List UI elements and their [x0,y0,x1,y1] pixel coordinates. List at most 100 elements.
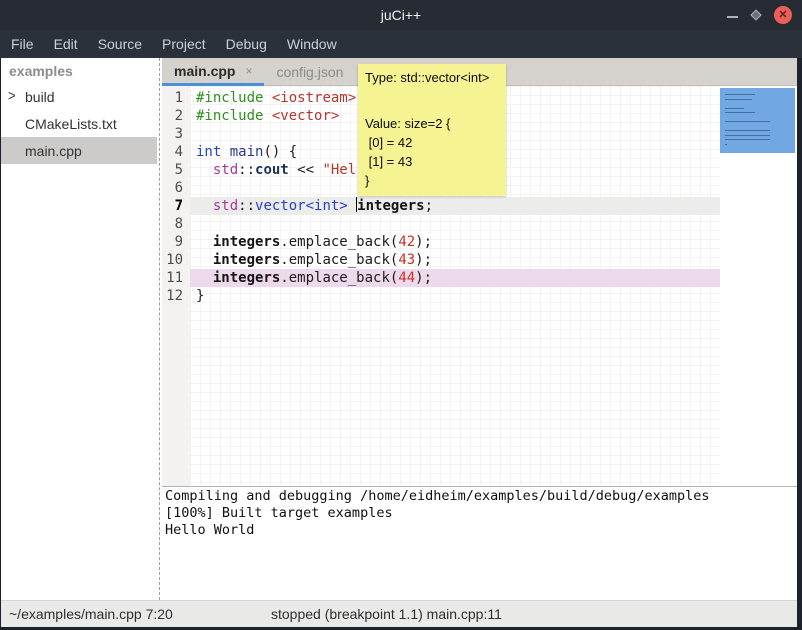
titlebar[interactable]: juCi++ ✕ [0,0,802,30]
code-token [196,198,213,214]
file-tree-item-label: main.cpp [25,143,82,159]
code-line[interactable]: 11 integers.emplace_back(44); [162,269,720,287]
code-token: integers [357,198,424,214]
status-file-position: ~/examples/main.cpp 7:20 [9,606,173,622]
code-token: .emplace_back( [280,252,398,268]
code-token: vector<int> [255,198,348,214]
file-tree-item-cmakelists-txt[interactable]: CMakeLists.txt [1,110,157,137]
minimap-code-line [725,135,770,136]
file-tree-item-label: build [25,89,55,105]
status-debug-state: stopped (breakpoint 1.1) main.cpp:11 [271,606,502,622]
code-token: integers [213,234,280,250]
code-token: main [230,144,264,160]
minimap-code-line [725,112,755,113]
code-line-text[interactable]: integers.emplace_back(43); [190,251,720,269]
window-controls: ✕ [727,0,792,30]
code-token: ); [415,234,432,250]
file-tree-item-main-cpp[interactable]: main.cpp [1,137,157,164]
code-token: << [289,162,323,178]
tab-config-json[interactable]: config.json [264,58,355,86]
code-token: integers [213,252,280,268]
code-token [263,90,271,106]
minimap[interactable] [720,86,797,486]
tooltip-line: Type: std::vector<int> [365,68,499,87]
code-token: #include [196,90,263,106]
tab-main-cpp[interactable]: main.cpp × [162,58,264,86]
code-line[interactable]: 8 [162,215,720,233]
line-number[interactable]: 1 [162,89,190,107]
code-token: ); [415,252,432,268]
menu-item-project[interactable]: Project [152,32,216,56]
code-token [196,252,213,268]
code-line-text[interactable] [190,215,720,233]
menu-item-debug[interactable]: Debug [216,32,277,56]
code-line-text[interactable]: } [190,287,720,305]
line-number[interactable]: 11 [162,269,190,287]
minimize-icon[interactable] [727,16,738,18]
code-line[interactable]: 7 std::vector<int> integers; [162,197,720,215]
code-token: :: [238,198,255,214]
code-token: 42 [398,234,415,250]
minimap-code-line [725,121,770,122]
code-line-text[interactable]: integers.emplace_back(42); [190,233,720,251]
statusbar: ~/examples/main.cpp 7:20 stopped (breakp… [1,600,797,627]
file-tree-item-build[interactable]: > build [1,83,157,110]
code-token: .emplace_back( [280,234,398,250]
terminal-output[interactable]: Compiling and debugging /home/eidheim/ex… [162,487,797,600]
line-number[interactable]: 9 [162,233,190,251]
code-token: std [213,198,238,214]
file-tree-panel[interactable]: examples >buildCMakeLists.txtmain.cpp [1,58,157,600]
code-line-text[interactable]: std::vector<int> integers; [190,197,720,215]
code-token [196,162,213,178]
tooltip-line: [1] = 43 [365,152,499,171]
code-token: 43 [398,252,415,268]
tab-label: main.cpp [174,63,235,79]
tooltip-line: Value: size=2 { [365,114,499,133]
line-number[interactable]: 12 [162,287,190,305]
terminal-line: [100%] Built target examples [165,505,797,522]
code-token: cout [255,162,289,178]
code-token [196,234,213,250]
line-number[interactable]: 3 [162,125,190,143]
code-token: 44 [398,270,415,286]
terminal-line: Hello World [165,522,797,539]
file-tree: > build CMakeLists.txt main.cpp [1,83,157,164]
code-token: .emplace_back( [280,270,398,286]
line-number[interactable]: 7 [162,197,190,215]
chevron-right-icon[interactable]: > [8,87,16,104]
minimap-code-line [725,99,752,100]
line-number[interactable]: 2 [162,107,190,125]
code-token [221,144,229,160]
menu-item-window[interactable]: Window [277,32,347,56]
code-token: #include [196,108,263,124]
minimap-viewport[interactable] [720,88,795,153]
code-token: <vector> [272,108,339,124]
code-token: () { [263,144,297,160]
menu-item-source[interactable]: Source [88,32,152,56]
line-number[interactable]: 6 [162,179,190,197]
code-line[interactable]: 10 integers.emplace_back(43); [162,251,720,269]
file-tree-item-label: CMakeLists.txt [25,116,117,132]
code-token: ; [425,198,433,214]
juci-window: juCi++ ✕ FileEditSourceProjectDebugWindo… [0,0,802,630]
restore-icon[interactable] [750,9,761,20]
minimap-code-line [725,139,770,140]
code-token: int [196,144,221,160]
minimap-code-line [725,144,727,145]
tab-close-icon[interactable]: × [245,64,252,78]
code-line[interactable]: 9 integers.emplace_back(42); [162,233,720,251]
tooltip-line: } [365,171,499,190]
line-number[interactable]: 10 [162,251,190,269]
debug-value-tooltip: Type: std::vector<int>Value: size=2 { [0… [358,64,506,196]
code-token [196,270,213,286]
line-number[interactable]: 4 [162,143,190,161]
code-line-text[interactable]: integers.emplace_back(44); [190,269,720,287]
line-number[interactable]: 5 [162,161,190,179]
line-number[interactable]: 8 [162,215,190,233]
menu-item-file[interactable]: File [1,32,44,56]
close-icon[interactable]: ✕ [774,6,792,24]
menu-item-edit[interactable]: Edit [44,32,88,56]
code-line[interactable]: 12} [162,287,720,305]
tab-label: config.json [276,64,343,80]
code-token: "Hel [322,162,356,178]
